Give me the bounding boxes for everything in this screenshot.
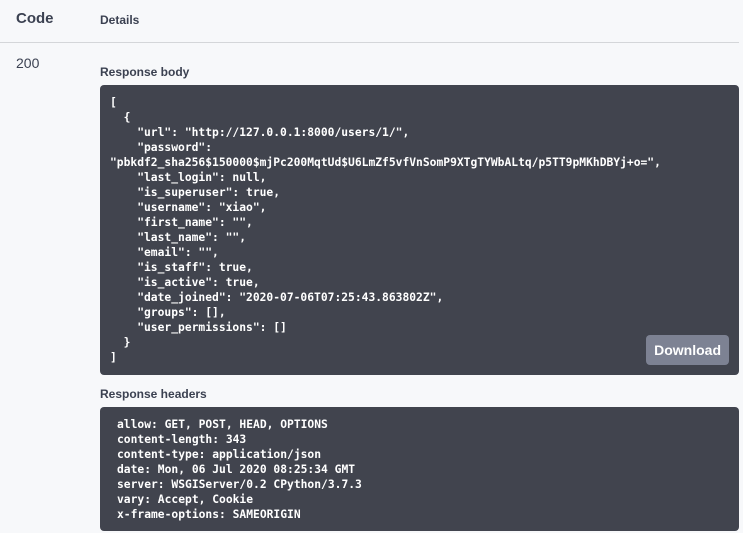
details-column-header: Details [100, 13, 140, 27]
response-headers-block[interactable]: allow: GET, POST, HEAD, OPTIONS content-… [100, 407, 739, 531]
response-body-content[interactable]: [ { "url": "http://127.0.0.1:8000/users/… [110, 95, 661, 365]
response-body-label: Response body [100, 65, 190, 79]
responses-panel: Code Details 200 Response body [ { "url"… [0, 0, 743, 533]
response-headers-content[interactable]: allow: GET, POST, HEAD, OPTIONS content-… [117, 417, 362, 522]
download-button[interactable]: Download [646, 335, 729, 365]
response-body-block[interactable]: [ { "url": "http://127.0.0.1:8000/users/… [100, 85, 739, 375]
responses-table-header: Code Details [0, 0, 739, 43]
response-headers-label: Response headers [100, 387, 207, 401]
code-column-header: Code [16, 10, 54, 27]
response-status-code: 200 [16, 55, 40, 71]
